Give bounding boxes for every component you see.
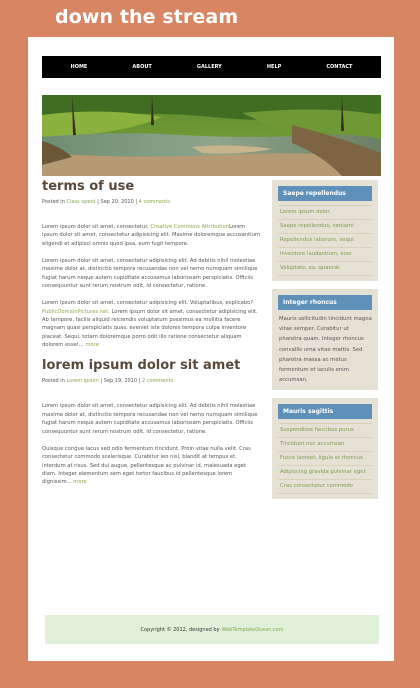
post-title[interactable]: terms of use	[42, 179, 262, 195]
attribution-link[interactable]: Creative Commons Attribution	[150, 224, 229, 230]
nav-item-help[interactable]: HELP	[267, 64, 281, 70]
widget-link-list: Suspendisse faucibus purus Tincidunt nec…	[278, 423, 372, 495]
widget-title: Saepe repellendus	[278, 186, 372, 201]
post-paragraph: Lorem ipsum dolor sit amet, consectetur …	[42, 299, 262, 349]
post-category-link[interactable]: Class opent	[66, 199, 95, 205]
widget-link-list: Lorem ipsum dolor. Saepe repellendus, ve…	[278, 205, 372, 276]
post: lorem ipsum dolor sit amet Posted in Lor…	[42, 358, 262, 486]
site-title[interactable]: down the stream	[55, 6, 238, 28]
paragraph-text: Lorem ipsum dolor sit amet, consectetur.	[42, 224, 151, 230]
widget-link[interactable]: Voluptate, ea, quaerat.	[278, 262, 372, 276]
image-source-link[interactable]: PublicDomainPictures.net	[42, 309, 108, 315]
paragraph-text: Lorem ipsum dolor sit amet, consectetur …	[42, 300, 254, 307]
widget-link[interactable]: Suspendisse faucibus purus	[278, 423, 372, 439]
widget-text: Mauris sollicitudin tincidunt magna vita…	[279, 316, 372, 384]
designer-link[interactable]: WebTemplateOcean.com	[222, 627, 284, 633]
main-content: terms of use Posted in Class opent | Sep…	[42, 179, 262, 496]
post-meta: Posted in Class opent | Sep 20, 2010 | 4…	[42, 199, 262, 206]
post-comments-link[interactable]: 2 comments	[142, 378, 173, 384]
widget-link[interactable]: Saepe repellendus, veniami	[278, 220, 372, 234]
widget-title: Mauris sagittis	[278, 404, 372, 420]
widget-link[interactable]: Adipiscing gravida pulvinar eget	[278, 466, 372, 481]
post-category-link[interactable]: Lorem ipsum	[66, 378, 98, 384]
nav-item-gallery[interactable]: GALLERY	[197, 64, 222, 70]
nav-item-contact[interactable]: CONTACT	[326, 64, 352, 70]
widget-link[interactable]: Cras consectetur commodo	[278, 480, 372, 495]
header-banner-image	[42, 95, 381, 176]
sidebar-widget: Saepe repellendus Lorem ipsum dolor. Sae…	[272, 180, 378, 281]
post: terms of use Posted in Class opent | Sep…	[42, 179, 262, 349]
paragraph-text: Lorem ipsum dolor sit amet, consectetur …	[42, 258, 258, 290]
post-paragraph: Lorem ipsum dolor sit amet, consectetur.…	[42, 223, 262, 248]
sidebar-widget: Mauris sagittis Suspendisse faucibus pur…	[272, 398, 378, 500]
nav-item-home[interactable]: HOME	[71, 64, 88, 70]
widget-link[interactable]: Repellendus laborum, sequi.	[278, 234, 372, 248]
read-more-link[interactable]: more	[85, 342, 98, 348]
widget-link[interactable]: Inventore laudantium, eosi	[278, 248, 372, 262]
post-title[interactable]: lorem ipsum dolor sit amet	[42, 358, 262, 374]
nav-item-about[interactable]: ABOUT	[132, 64, 151, 70]
copyright-text: Copyright © 2012, designed by	[140, 626, 220, 633]
paragraph-text: Lorem ipsum dolor sit amet, consectetur …	[42, 403, 258, 435]
sidebar-widget: Integer rhoncus Mauris sollicitudin tinc…	[272, 289, 378, 391]
post-paragraph: Lorem ipsum dolor sit amet, consectetur …	[42, 257, 262, 290]
sidebar: Saepe repellendus Lorem ipsum dolor. Sae…	[272, 180, 378, 507]
widget-link[interactable]: Fusce laoreet, ligula et rhoncus	[278, 452, 372, 467]
main-nav: HOME ABOUT GALLERY HELP CONTACT	[42, 56, 381, 78]
widget-title: Integer rhoncus	[278, 295, 372, 310]
post-meta-prefix: Posted in	[42, 199, 65, 205]
footer: Copyright © 2012, designed by WebTemplat…	[45, 615, 379, 644]
post-date: Sep 20, 2010	[100, 199, 134, 205]
post-paragraph: Lorem ipsum dolor sit amet, consectetur …	[42, 402, 262, 435]
post-comments-link[interactable]: 4 comments	[139, 199, 170, 205]
read-more-link[interactable]: more	[73, 479, 86, 485]
widget-link[interactable]: Lorem ipsum dolor.	[278, 205, 372, 220]
post-meta: Posted in Lorem ipsum | Sep 19, 2010 | 2…	[42, 378, 262, 385]
post-paragraph: Quisque congue lacus sed odio fermentum …	[42, 445, 262, 487]
post-date: Sep 19, 2010	[103, 378, 138, 385]
widget-link[interactable]: Tincidunt nec accumsan	[278, 438, 372, 453]
post-meta-prefix: Posted in	[42, 378, 65, 385]
page-container: HOME ABOUT GALLERY HELP CONTACT terms of…	[28, 37, 394, 661]
